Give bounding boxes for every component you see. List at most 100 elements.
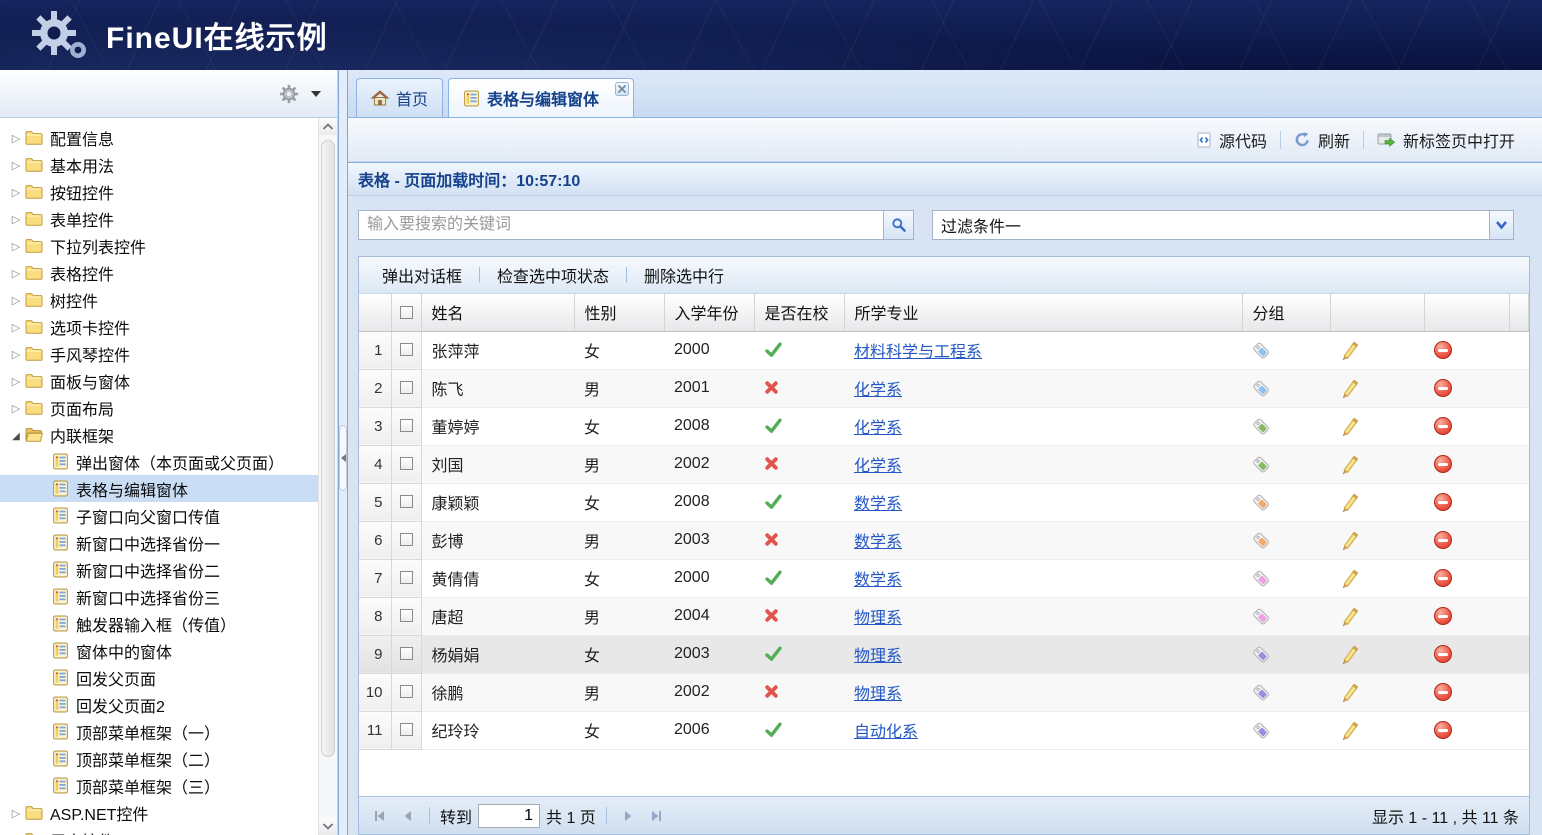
delete-icon[interactable] xyxy=(1434,645,1452,663)
tag-icon[interactable] xyxy=(1252,341,1271,360)
sidebar-folder[interactable]: 面板与窗体 xyxy=(0,367,337,394)
sidebar-item[interactable]: 表格与编辑窗体 xyxy=(0,475,337,502)
tag-icon[interactable] xyxy=(1252,455,1271,474)
delete-selected-button[interactable]: 删除选中行 xyxy=(627,263,741,287)
splitter-collapse-handle[interactable] xyxy=(339,425,347,491)
settings-gear-icon[interactable] xyxy=(279,84,299,104)
tag-icon[interactable] xyxy=(1252,683,1271,702)
tag-icon[interactable] xyxy=(1252,721,1271,740)
delete-icon[interactable] xyxy=(1434,683,1452,701)
tab-home[interactable]: 首页 xyxy=(356,78,443,117)
row-checkbox[interactable] xyxy=(400,533,413,546)
major-link[interactable]: 物理系 xyxy=(854,610,902,627)
edit-pencil-icon[interactable] xyxy=(1340,493,1359,512)
sidebar-folder[interactable]: 基本用法 xyxy=(0,151,337,178)
open-new-tab-button[interactable]: 新标签页中打开 xyxy=(1364,126,1528,154)
major-link[interactable]: 化学系 xyxy=(854,458,902,475)
expand-arrow-icon[interactable] xyxy=(7,264,25,281)
delete-icon[interactable] xyxy=(1434,417,1452,435)
edit-pencil-icon[interactable] xyxy=(1340,683,1359,702)
page-number-input[interactable] xyxy=(478,804,540,828)
expand-arrow-icon[interactable] xyxy=(7,831,25,835)
expand-arrow-icon[interactable] xyxy=(7,183,25,200)
filter-dropdown[interactable]: 过滤条件一 xyxy=(932,210,1514,240)
sidebar-item[interactable]: 子窗口向父窗口传值 xyxy=(0,502,337,529)
delete-icon[interactable] xyxy=(1434,607,1452,625)
dropdown-trigger[interactable] xyxy=(1489,211,1513,239)
row-checkbox[interactable] xyxy=(400,419,413,432)
sidebar-item[interactable]: 顶部菜单框架（一） xyxy=(0,718,337,745)
first-page-icon[interactable] xyxy=(369,805,391,827)
header-major[interactable]: 所学专业 xyxy=(844,294,1242,331)
edit-pencil-icon[interactable] xyxy=(1340,721,1359,740)
tag-icon[interactable] xyxy=(1252,379,1271,398)
tag-icon[interactable] xyxy=(1252,569,1271,588)
delete-icon[interactable] xyxy=(1434,569,1452,587)
prev-page-icon[interactable] xyxy=(397,805,419,827)
row-checkbox[interactable] xyxy=(400,381,413,394)
edit-pencil-icon[interactable] xyxy=(1340,341,1359,360)
tag-icon[interactable] xyxy=(1252,645,1271,664)
edit-pencil-icon[interactable] xyxy=(1340,531,1359,550)
sidebar-item[interactable]: 顶部菜单框架（三） xyxy=(0,772,337,799)
sidebar-folder[interactable]: ASP.NET控件 xyxy=(0,799,337,826)
sidebar-splitter[interactable] xyxy=(338,70,348,835)
expand-arrow-icon[interactable] xyxy=(7,318,25,335)
expand-arrow-icon[interactable] xyxy=(7,345,25,362)
scroll-down-icon[interactable] xyxy=(319,818,337,835)
major-link[interactable]: 化学系 xyxy=(854,420,902,437)
sidebar-folder[interactable]: 手风琴控件 xyxy=(0,340,337,367)
sidebar-item[interactable]: 回发父页面2 xyxy=(0,691,337,718)
delete-icon[interactable] xyxy=(1434,531,1452,549)
major-link[interactable]: 物理系 xyxy=(854,648,902,665)
expand-arrow-icon[interactable] xyxy=(7,372,25,389)
expand-arrow-icon[interactable] xyxy=(7,804,25,821)
expand-arrow-icon[interactable] xyxy=(7,210,25,227)
major-link[interactable]: 物理系 xyxy=(854,686,902,703)
header-name[interactable]: 姓名 xyxy=(421,294,574,331)
major-link[interactable]: 材料科学与工程系 xyxy=(854,344,982,361)
sidebar-folder[interactable]: 表单控件 xyxy=(0,205,337,232)
popup-dialog-button[interactable]: 弹出对话框 xyxy=(365,263,479,287)
scroll-up-icon[interactable] xyxy=(319,118,337,135)
major-link[interactable]: 化学系 xyxy=(854,382,902,399)
tab-close-icon[interactable] xyxy=(615,82,629,96)
delete-icon[interactable] xyxy=(1434,341,1452,359)
sidebar-folder[interactable]: 下拉列表控件 xyxy=(0,232,337,259)
sidebar-item[interactable]: 新窗口中选择省份二 xyxy=(0,556,337,583)
row-checkbox[interactable] xyxy=(400,343,413,356)
delete-icon[interactable] xyxy=(1434,721,1452,739)
tag-icon[interactable] xyxy=(1252,607,1271,626)
expand-arrow-icon[interactable] xyxy=(7,399,25,416)
sidebar-folder[interactable]: 页面布局 xyxy=(0,394,337,421)
sidebar-item[interactable]: 回发父页面 xyxy=(0,664,337,691)
edit-pencil-icon[interactable] xyxy=(1340,455,1359,474)
expand-arrow-icon[interactable] xyxy=(7,156,25,173)
tag-icon[interactable] xyxy=(1252,531,1271,550)
major-link[interactable]: 自动化系 xyxy=(854,724,918,741)
sidebar-folder[interactable]: 选项卡控件 xyxy=(0,313,337,340)
delete-icon[interactable] xyxy=(1434,493,1452,511)
expand-arrow-icon[interactable] xyxy=(7,291,25,308)
expand-arrow-icon[interactable] xyxy=(7,237,25,254)
sidebar-item[interactable]: 新窗口中选择省份一 xyxy=(0,529,337,556)
sidebar-item[interactable]: 触发器输入框（传值） xyxy=(0,610,337,637)
refresh-button[interactable]: 刷新 xyxy=(1281,126,1363,154)
chevron-down-icon[interactable] xyxy=(311,91,321,97)
delete-icon[interactable] xyxy=(1434,455,1452,473)
select-all-checkbox[interactable] xyxy=(400,306,413,319)
row-checkbox[interactable] xyxy=(400,685,413,698)
tab-current[interactable]: 表格与编辑窗体 xyxy=(448,78,634,117)
header-year[interactable]: 入学年份 xyxy=(664,294,754,331)
row-checkbox[interactable] xyxy=(400,457,413,470)
header-gender[interactable]: 性别 xyxy=(574,294,664,331)
sidebar-item[interactable]: 顶部菜单框架（二） xyxy=(0,745,337,772)
edit-pencil-icon[interactable] xyxy=(1340,607,1359,626)
sidebar-folder[interactable]: 表格控件 xyxy=(0,259,337,286)
edit-pencil-icon[interactable] xyxy=(1340,379,1359,398)
header-group[interactable]: 分组 xyxy=(1242,294,1330,331)
tag-icon[interactable] xyxy=(1252,493,1271,512)
tag-icon[interactable] xyxy=(1252,417,1271,436)
edit-pencil-icon[interactable] xyxy=(1340,417,1359,436)
major-link[interactable]: 数学系 xyxy=(854,534,902,551)
